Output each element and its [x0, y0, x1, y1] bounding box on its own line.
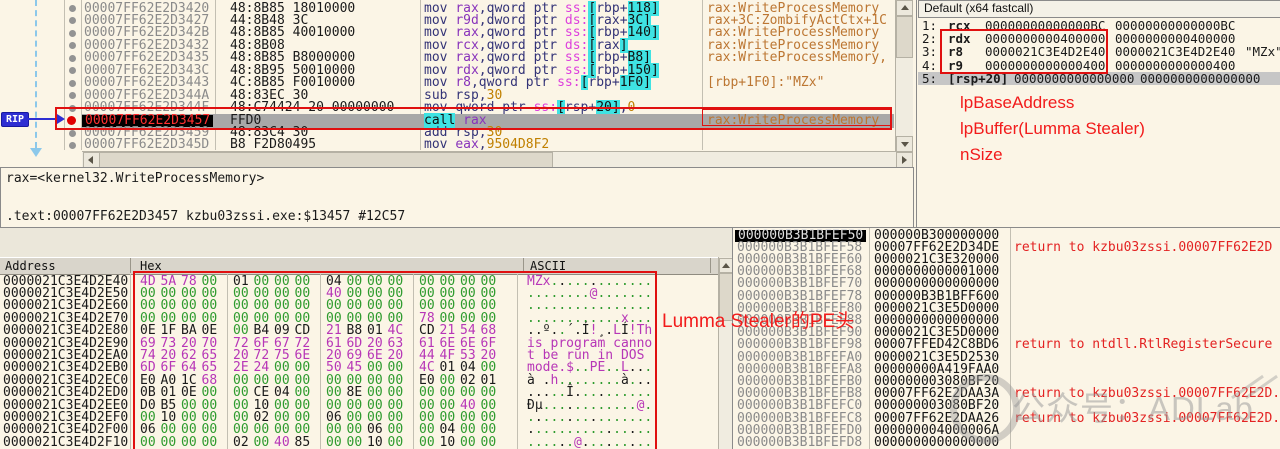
register-arg-number: 5:	[922, 72, 937, 85]
hex-byte: 00	[326, 437, 343, 449]
stack-row[interactable]: 000000B3B1BFEFD80000000000000000	[733, 437, 1280, 449]
register-value: 0000021C3E4D2E40	[985, 45, 1105, 58]
hex-byte: 10	[367, 437, 384, 449]
register-string-value: "MZx"	[1245, 45, 1280, 58]
register-arg-number: 4:	[922, 59, 937, 72]
hex-byte: 00	[254, 437, 271, 449]
breakpoint-dot-active[interactable]	[67, 116, 76, 125]
arrow-right-icon	[902, 156, 907, 164]
hex-byte: 00	[161, 437, 178, 449]
arrow-left-icon	[88, 156, 93, 164]
dump-address: 0000021C3E4D2F10	[3, 437, 128, 449]
hex-byte: 00	[181, 437, 198, 449]
hex-byte: 00	[202, 437, 219, 449]
breakpoint-dot[interactable]	[69, 42, 76, 49]
stack-return-comment: return to kzbu03zssi.00007FF62E2D	[1014, 242, 1272, 254]
hex-byte: 10	[440, 437, 457, 449]
register-value: 0000000000000000	[1014, 72, 1134, 85]
register-name: [rsp+20]	[948, 72, 1008, 85]
column-header-address[interactable]: Address	[5, 259, 56, 273]
breakpoint-dot[interactable]	[69, 17, 76, 24]
breakpoint-dot[interactable]	[69, 67, 76, 74]
breakpoint-dot[interactable]	[69, 80, 76, 87]
annotation-pe-header-label: Lumma Stealer的PE头	[662, 306, 854, 333]
register-value-copy: 0000000000000000	[1140, 72, 1260, 85]
instruction-comment: [rbp+1F0]:"MZx"	[707, 77, 824, 90]
register-name: r9	[948, 59, 963, 72]
breakpoint-dot[interactable]	[69, 130, 76, 137]
dump-ascii: ......@.........	[527, 437, 652, 449]
register-value-copy: 0000021C3E4D2E40	[1115, 45, 1235, 58]
scroll-up-button[interactable]	[896, 0, 913, 16]
hex-byte: 85	[295, 437, 312, 449]
register-row[interactable]: 4: r9 0000000000000400 0000000000000400	[918, 59, 1280, 72]
x64dbg-window: 00007FF62E2D342048:8B85 18010000mov rax,…	[0, 0, 1280, 449]
hex-byte: 00	[347, 437, 364, 449]
hex-byte: 02	[233, 437, 250, 449]
calling-convention-select[interactable]: Default (x64 fastcall)	[918, 0, 1280, 18]
register-name: r8	[948, 45, 963, 58]
hex-byte: 00	[481, 437, 498, 449]
hex-byte: 00	[460, 437, 477, 449]
register-value-copy: 0000000000000400	[1115, 59, 1235, 72]
register-arg-number: 3:	[922, 45, 937, 58]
breakpoint-dot[interactable]	[69, 105, 76, 112]
arrow-down-icon	[901, 142, 909, 147]
watermark-text: 公众号：ADLab	[1012, 382, 1254, 430]
arrow-up-icon	[722, 263, 730, 268]
rip-arrow	[28, 118, 59, 120]
hex-byte: 00	[388, 437, 405, 449]
hex-byte: 40	[274, 437, 291, 449]
register-value: 0000000000000400	[985, 59, 1105, 72]
disassembly-rows: 00007FF62E2D342048:8B85 18010000mov rax,…	[0, 0, 914, 151]
breakpoint-dot[interactable]	[69, 30, 76, 37]
disassembly-panel: 00007FF62E2D342048:8B85 18010000mov rax,…	[0, 0, 914, 167]
annotation-api-arguments: lpBaseAddresslpBuffer(Lumma Stealer)nSiz…	[960, 90, 1145, 168]
breakpoint-dot[interactable]	[69, 142, 76, 149]
annotation-line: lpBuffer(Lumma Stealer)	[960, 116, 1145, 142]
instruction-comment: rax:WriteProcessMemory,	[707, 52, 887, 65]
rip-badge: RIP	[1, 112, 29, 127]
scroll-left-button[interactable]	[83, 152, 100, 168]
info-line-rax: rax=<kernel32.WriteProcessMemory>	[6, 171, 264, 186]
stack-return-comment: return to ntdll.RtlRegisterSecure	[1014, 339, 1272, 351]
annotation-line: lpBaseAddress	[960, 90, 1145, 116]
stack-address: 000000B3B1BFEFD8	[737, 437, 862, 449]
watermark-logo-icon	[950, 374, 1020, 444]
disasm-vscroll-thumb[interactable]	[896, 16, 913, 58]
breakpoint-dot[interactable]	[69, 92, 76, 99]
hex-byte: 00	[419, 437, 436, 449]
register-row[interactable]: 5: [rsp+20] 0000000000000000 00000000000000…	[918, 72, 1280, 85]
column-header-ascii[interactable]: ASCII	[530, 259, 566, 273]
info-box: rax=<kernel32.WriteProcessMemory> .text:…	[0, 167, 914, 228]
scroll-right-button[interactable]	[896, 152, 913, 168]
register-row[interactable]: 3: r8 0000021C3E4D2E40 0000021C3E4D2E40 "MZx…	[918, 45, 1280, 58]
arrow-up-icon	[901, 5, 909, 10]
info-line-location: .text:00007FF62E2D3457 kzbu03zssi.exe:$1…	[6, 209, 405, 224]
dump-scroll-up-button[interactable]	[719, 258, 733, 273]
dump-table-header: Address Hex ASCII	[0, 257, 732, 275]
disasm-hscroll-thumb[interactable]	[99, 152, 553, 168]
hex-byte: 00	[140, 437, 157, 449]
column-header-hex[interactable]: Hex	[140, 259, 162, 273]
breakpoint-dot[interactable]	[69, 55, 76, 62]
dump-tab-bar: Dump 1Dump 2Dump 3Dump 4Dump 5Watch 1|x=…	[0, 228, 732, 257]
rip-arrowhead-icon	[57, 114, 65, 124]
register-row[interactable]: 2:rdx00000000004000000000000000400000	[918, 32, 1280, 45]
annotation-line: nSize	[960, 142, 1145, 168]
dump-row[interactable]: 0000021C3E4D2F10000000000200408500001000…	[0, 437, 716, 449]
instruction-comment: rax:WriteProcessMemory	[707, 115, 879, 128]
breakpoint-dot[interactable]	[69, 5, 76, 12]
